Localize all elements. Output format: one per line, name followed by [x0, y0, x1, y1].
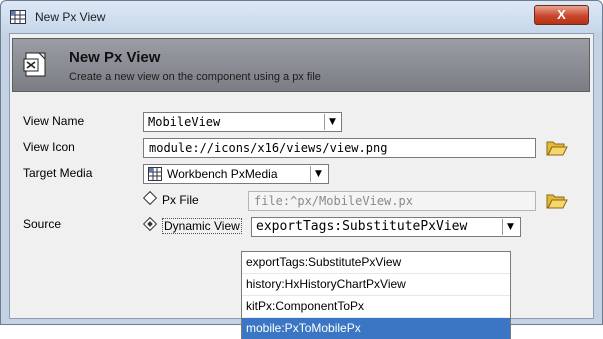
window-title: New Px View — [35, 10, 106, 24]
view-name-value: MobileView — [148, 115, 221, 129]
dynamic-view-radio[interactable]: Dynamic View — [142, 216, 242, 234]
header-title: New Px View — [69, 49, 161, 66]
close-icon: X — [557, 7, 566, 22]
view-icon-input[interactable]: module://icons/x16/views/view.png — [143, 138, 536, 158]
wizard-header: New Px View Create a new view on the com… — [10, 34, 593, 96]
radio-selected-icon — [142, 216, 158, 232]
view-icon-label: View Icon — [23, 140, 75, 154]
px-file-value: file:^px/MobileView.px — [254, 194, 413, 208]
px-file-label: Px File — [162, 193, 199, 207]
radio-diamond-icon — [142, 190, 158, 206]
source-label: Source — [23, 217, 62, 231]
new-view-icon — [23, 52, 46, 77]
grid-icon — [148, 167, 162, 181]
folder-open-icon[interactable] — [546, 139, 568, 157]
chevron-down-icon[interactable]: ▼ — [310, 166, 326, 182]
header-band: New Px View Create a new view on the com… — [12, 38, 590, 92]
view-icon-value: module://icons/x16/views/view.png — [149, 141, 388, 155]
grid-icon — [10, 10, 26, 24]
close-button[interactable]: X — [534, 5, 589, 25]
px-file-radio[interactable]: Px File — [142, 190, 199, 207]
dropdown-option-selected[interactable]: mobile:PxToMobilePx — [242, 318, 510, 339]
target-media-combo[interactable]: Workbench PxMedia ▼ — [143, 164, 329, 184]
dynamic-view-combo[interactable]: exportTags:SubstitutePxView ▼ — [251, 217, 521, 237]
dynamic-view-value: exportTags:SubstitutePxView — [256, 219, 468, 234]
header-subtitle: Create a new view on the component using… — [69, 71, 321, 83]
view-name-label: View Name — [23, 114, 85, 128]
chevron-down-icon[interactable]: ▼ — [324, 114, 340, 130]
dropdown-option[interactable]: exportTags:SubstitutePxView — [242, 252, 510, 274]
chevron-down-icon[interactable]: ▼ — [502, 219, 518, 235]
target-media-label: Target Media — [23, 166, 93, 180]
dynamic-view-label: Dynamic View — [162, 218, 242, 234]
dropdown-option[interactable]: history:HxHistoryChartPxView — [242, 274, 510, 296]
px-file-input: file:^px/MobileView.px — [248, 191, 536, 211]
target-media-value: Workbench PxMedia — [167, 167, 278, 181]
dropdown-option[interactable]: kitPx:ComponentToPx — [242, 296, 510, 318]
dynamic-view-dropdown: exportTags:SubstitutePxView history:HxHi… — [241, 251, 511, 339]
view-name-combo[interactable]: MobileView ▼ — [143, 112, 342, 132]
title-bar[interactable]: New Px View X — [1, 1, 602, 33]
folder-open-icon[interactable] — [546, 192, 568, 210]
